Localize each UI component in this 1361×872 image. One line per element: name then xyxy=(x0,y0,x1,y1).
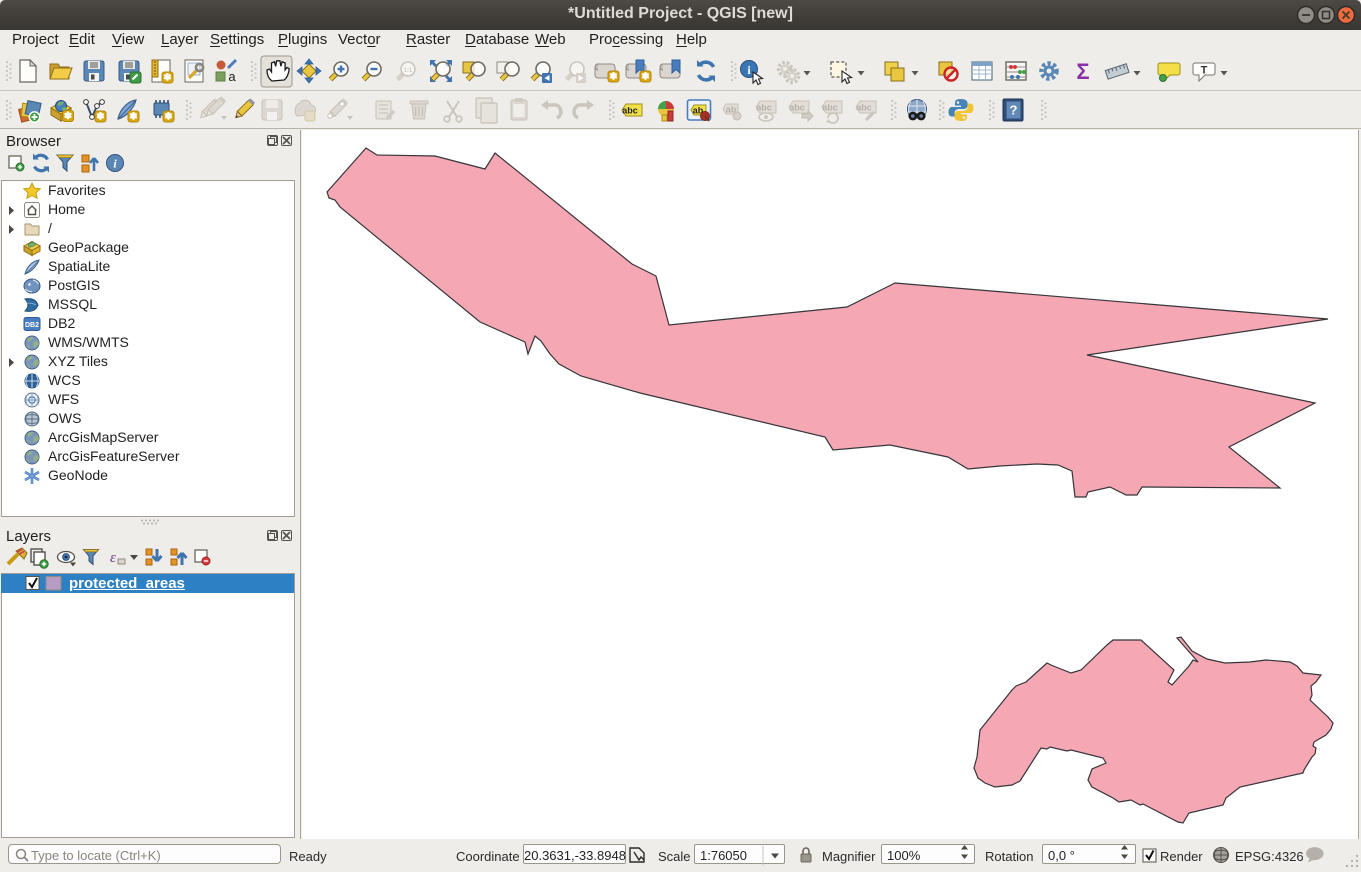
svg-text:SpatiaLite: SpatiaLite xyxy=(48,258,110,274)
svg-text:a: a xyxy=(228,69,236,84)
svg-text:/: / xyxy=(48,220,52,236)
svg-text:PostGIS: PostGIS xyxy=(48,277,100,293)
svg-text:WMS/WMTS: WMS/WMTS xyxy=(48,334,129,350)
svg-text:ε: ε xyxy=(110,550,116,566)
svg-text:ArcGisFeatureServer: ArcGisFeatureServer xyxy=(48,448,180,464)
svg-text:GeoPackage: GeoPackage xyxy=(48,239,129,255)
svg-text:ArcGisMapServer: ArcGisMapServer xyxy=(48,429,159,445)
svg-text:DB2: DB2 xyxy=(25,322,39,329)
svg-text:OWS: OWS xyxy=(48,410,81,426)
svg-text:WFS: WFS xyxy=(48,391,79,407)
svg-text:GeoNode: GeoNode xyxy=(48,467,108,483)
svg-text:WCS: WCS xyxy=(48,372,81,388)
svg-text:Home: Home xyxy=(48,201,86,217)
svg-text:XYZ Tiles: XYZ Tiles xyxy=(48,353,108,369)
svg-text:DB2: DB2 xyxy=(48,315,75,331)
svg-text:Σ: Σ xyxy=(1076,59,1089,84)
svg-text:MSSQL: MSSQL xyxy=(48,296,97,312)
svg-text:T: T xyxy=(1201,65,1208,77)
svg-text:Favorites: Favorites xyxy=(48,182,106,198)
svg-text:1:1: 1:1 xyxy=(404,68,413,74)
svg-text:?: ? xyxy=(1010,103,1018,118)
